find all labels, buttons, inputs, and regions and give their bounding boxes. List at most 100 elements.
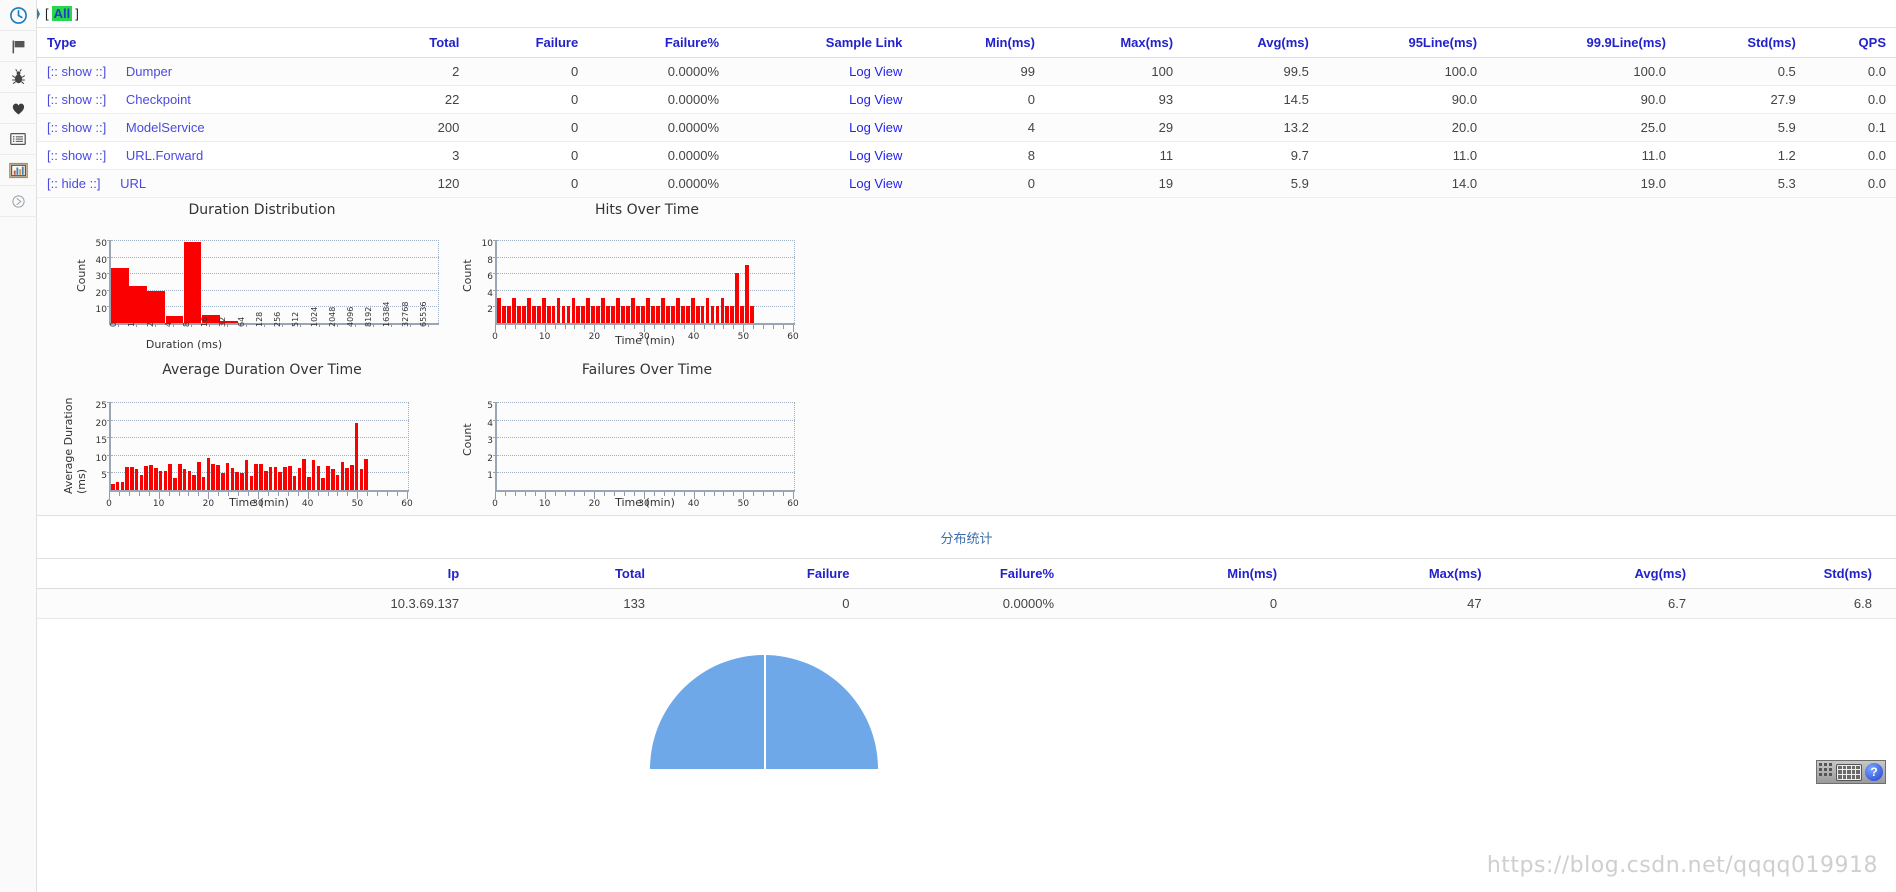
bar (149, 465, 153, 490)
col-type[interactable]: Type (37, 28, 374, 58)
x-tick-mark (300, 324, 301, 327)
row-type-name[interactable]: Checkpoint (126, 92, 191, 107)
cell-failure-pct: 0.0000% (588, 86, 729, 114)
x-tick-label: 0 (492, 332, 498, 342)
log-view-link[interactable]: Log View (849, 148, 902, 163)
x-tick-mark (574, 325, 575, 329)
bar (666, 306, 670, 323)
x-tick-mark (624, 492, 625, 496)
dcol-max[interactable]: Max(ms) (1301, 559, 1505, 589)
collapse-arrow-icon[interactable] (37, 0, 40, 28)
col-std[interactable]: Std(ms) (1676, 28, 1806, 58)
pie-chart-panel (350, 625, 1178, 892)
dcol-std[interactable]: Std(ms) (1710, 559, 1896, 589)
bar (125, 467, 129, 490)
ime-toolbar[interactable]: ? (1816, 760, 1886, 784)
x-tick-label: 1 (127, 322, 136, 327)
col-999line[interactable]: 99.9Line(ms) (1487, 28, 1676, 58)
keyboard-icon[interactable] (1836, 764, 1862, 781)
heart-icon[interactable] (0, 93, 37, 124)
cell-sample-link: Log View (729, 170, 912, 198)
distribution-row[interactable]: 10.3.69.137 133 0 0.0000% 0 47 6.7 6.8 (37, 589, 1896, 619)
table-row[interactable]: [:: show ::] ModelService 200 0 0.0000% … (37, 114, 1896, 142)
col-qps[interactable]: QPS (1806, 28, 1896, 58)
chart-ylabel: Count (75, 230, 88, 292)
dcol-ip[interactable]: Ip (37, 559, 483, 589)
bar (661, 298, 665, 323)
row-toggle-link[interactable]: [:: hide ::] (47, 176, 100, 191)
bar-chart-icon[interactable] (0, 155, 37, 186)
x-tick-mark (723, 492, 724, 496)
log-view-link[interactable]: Log View (849, 64, 902, 79)
dcol-avg[interactable]: Avg(ms) (1506, 559, 1710, 589)
all-filter-token[interactable]: All (52, 6, 73, 21)
x-tick-label: 50 (352, 499, 363, 509)
bar (626, 306, 630, 323)
row-type-name[interactable]: ModelService (126, 120, 205, 135)
bar (168, 464, 172, 490)
x-tick-label: 0 (106, 499, 112, 509)
col-min[interactable]: Min(ms) (912, 28, 1045, 58)
col-sample-link[interactable]: Sample Link (729, 28, 912, 58)
x-tick-mark (387, 492, 388, 496)
row-toggle-link[interactable]: [:: show ::] (47, 92, 106, 107)
x-tick-label: 20 (203, 499, 214, 509)
cell-qps: 0.0 (1806, 58, 1896, 86)
x-tick-mark (684, 492, 685, 496)
row-toggle-link[interactable]: [:: show ::] (47, 120, 106, 135)
x-tick-mark (753, 325, 754, 329)
row-type-name[interactable]: Dumper (126, 64, 172, 79)
dcell-failure: 0 (669, 589, 873, 619)
col-failure-pct[interactable]: Failure% (588, 28, 729, 58)
y-tick-mark (493, 257, 497, 258)
col-max[interactable]: Max(ms) (1045, 28, 1183, 58)
row-type-name[interactable]: URL (120, 176, 146, 191)
bar (701, 306, 705, 323)
x-tick-mark (208, 492, 209, 499)
cell-max: 11 (1045, 142, 1183, 170)
table-row[interactable]: [:: show ::] Checkpoint 22 0 0.0000% Log… (37, 86, 1896, 114)
gridline (111, 455, 409, 456)
dcol-min[interactable]: Min(ms) (1078, 559, 1301, 589)
cell-avg: 5.9 (1183, 170, 1319, 198)
cell-total: 2 (374, 58, 469, 86)
log-view-link[interactable]: Log View (849, 176, 902, 191)
bar (596, 306, 600, 323)
row-type-name[interactable]: URL.Forward (126, 148, 203, 163)
col-95line[interactable]: 95Line(ms) (1319, 28, 1487, 58)
y-tick-mark (493, 437, 497, 438)
cell-999line: 90.0 (1487, 86, 1676, 114)
gridline (497, 273, 795, 274)
dcol-failure-pct[interactable]: Failure% (874, 559, 1078, 589)
bar (750, 306, 754, 323)
row-toggle-link[interactable]: [:: show ::] (47, 64, 106, 79)
x-tick-label: 0 (492, 499, 498, 509)
col-avg[interactable]: Avg(ms) (1183, 28, 1319, 58)
help-icon[interactable]: ? (1865, 763, 1883, 781)
clock-icon[interactable] (0, 0, 37, 31)
flag-icon[interactable] (0, 31, 37, 62)
cell-total: 22 (374, 86, 469, 114)
bar (317, 466, 321, 490)
dcell-avg: 6.7 (1506, 589, 1710, 619)
table-row[interactable]: [:: hide ::] URL 120 0 0.0000% Log View … (37, 170, 1896, 198)
col-total[interactable]: Total (374, 28, 469, 58)
x-tick-mark (155, 324, 156, 327)
bug-icon[interactable] (0, 62, 37, 93)
bar (562, 306, 566, 323)
bar (254, 464, 258, 490)
ime-handle-icon[interactable] (1819, 763, 1833, 781)
chart-ylabel: Count (461, 230, 474, 292)
dcol-failure[interactable]: Failure (669, 559, 873, 589)
log-view-link[interactable]: Log View (849, 92, 902, 107)
table-row[interactable]: [:: show ::] Dumper 2 0 0.0000% Log View… (37, 58, 1896, 86)
x-tick-mark (173, 324, 174, 327)
table-row[interactable]: [:: show ::] URL.Forward 3 0 0.0000% Log… (37, 142, 1896, 170)
col-failure[interactable]: Failure (469, 28, 588, 58)
log-view-link[interactable]: Log View (849, 120, 902, 135)
x-tick-label: 60 (787, 499, 798, 509)
row-toggle-link[interactable]: [:: show ::] (47, 148, 106, 163)
expand-icon[interactable] (0, 186, 37, 217)
list-icon[interactable] (0, 124, 37, 155)
dcol-total[interactable]: Total (483, 559, 669, 589)
